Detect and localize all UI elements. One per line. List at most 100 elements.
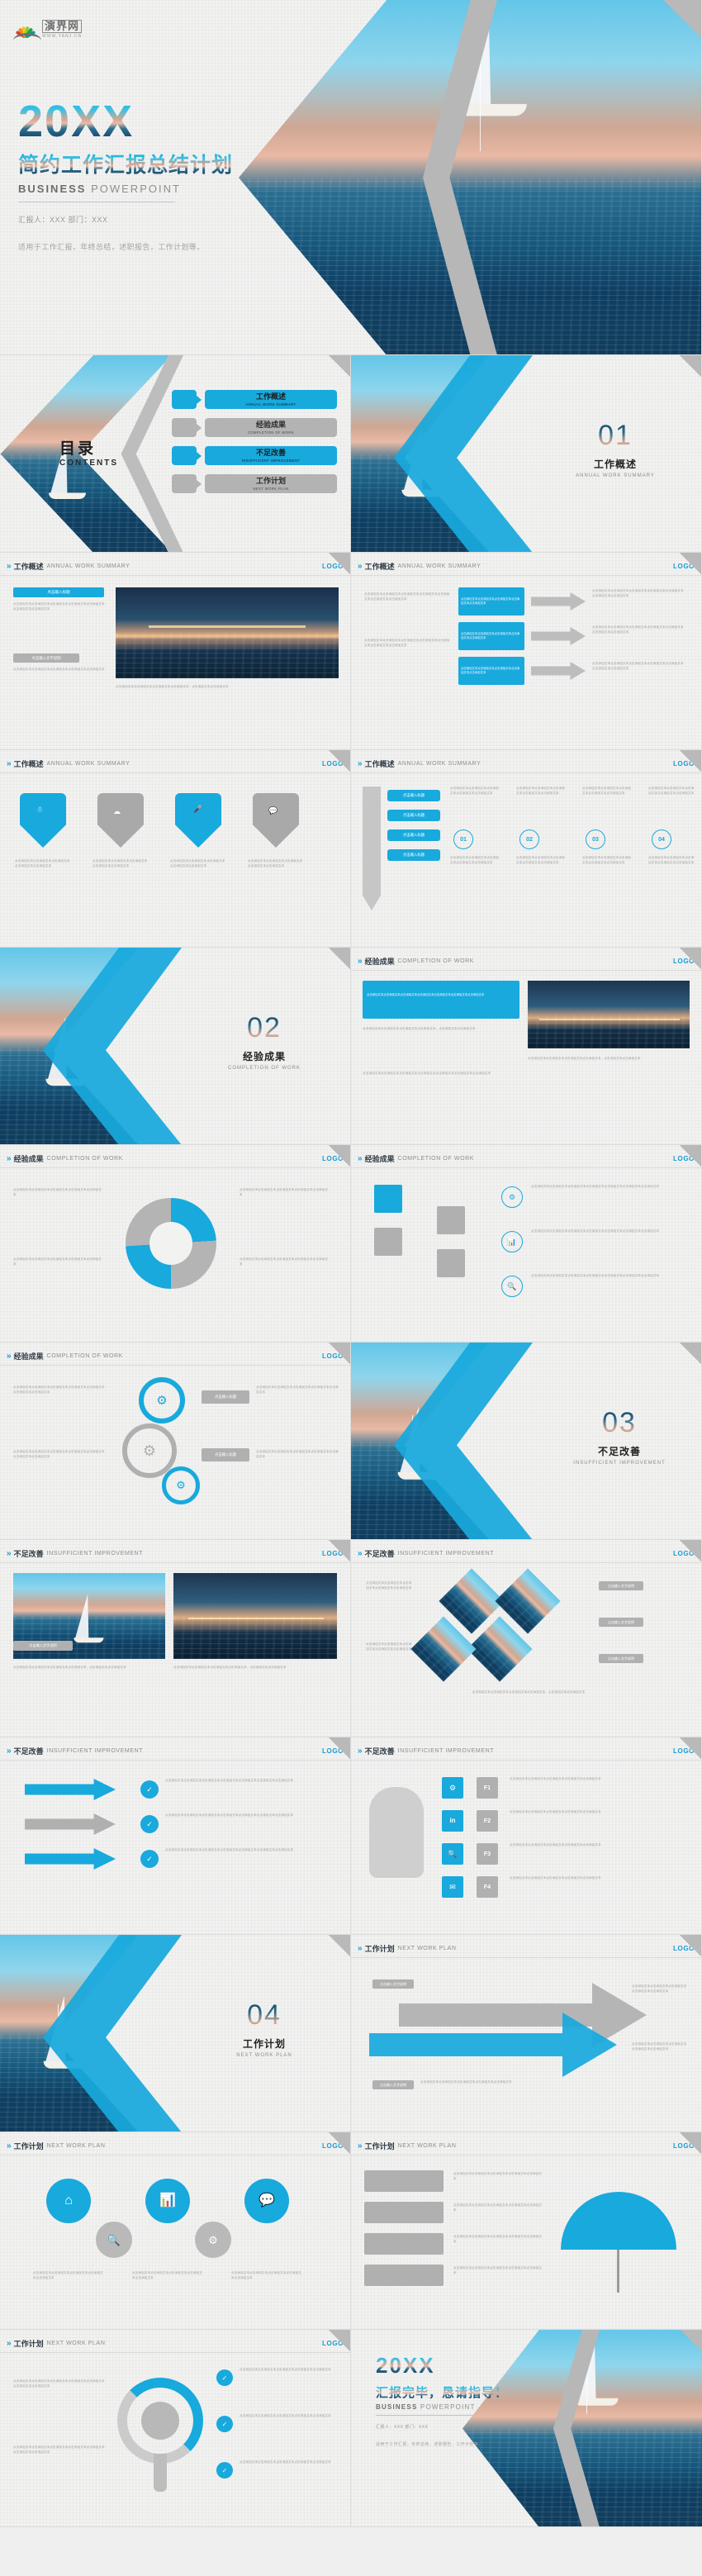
toc-label-en: COMPLETION OF WORK <box>247 430 295 435</box>
slide-header: » 工作概述 ANNUAL WORK SUMMARY LOGO <box>351 757 701 771</box>
plan-chip[interactable] <box>364 2202 443 2223</box>
pill-label[interactable]: 点击输入标题 <box>387 849 440 861</box>
pill-label[interactable]: 点击输入标题 <box>387 810 440 821</box>
list-item[interactable]: 03 不足改善 INSUFFICIENT IMPROVEMENT <box>172 446 337 465</box>
matrix-cell[interactable]: 点击添加文本点击添加文本点击添加文本点击添加文本点击添加文本 <box>458 622 524 650</box>
arrow-label[interactable]: 点击输入文字说明 <box>372 2080 414 2089</box>
cloud-icon: ☁ <box>97 793 144 848</box>
diamond-label[interactable]: 点击输入文字说明 <box>599 1581 643 1590</box>
matrix-cell[interactable]: 点击添加文本点击添加文本点击添加文本点击添加文本点击添加文本 <box>458 587 524 615</box>
header-title-en: INSUFFICIENT IMPROVEMENT <box>397 1551 495 1557</box>
square-badge[interactable] <box>437 1206 465 1234</box>
dial-text: 点击添加文本点击添加文本点击添加文本点击添加文本点击添加文本 <box>240 2460 331 2464</box>
corner-fold <box>329 1737 350 1759</box>
intro-block[interactable]: 点击添加文本点击添加文本点击添加文本点击添加文本点击添加文本点击添加文本点击添加… <box>363 981 519 1019</box>
slide-two-photos: » 不足改善 INSUFFICIENT IMPROVEMENT LOGO 点击输… <box>0 1540 351 1737</box>
title-subtitle: BUSINESS POWERPOINT <box>18 183 233 195</box>
double-chevron-icon: » <box>358 1154 362 1163</box>
donut-hole <box>149 1222 192 1265</box>
header-title-en: ANNUAL WORK SUMMARY <box>397 563 481 569</box>
list-item[interactable]: 04 工作计划 NEXT WORK PLAN <box>172 474 337 493</box>
list-item[interactable]: 01 工作概述 ANNUAL WORK SUMMARY <box>172 390 337 409</box>
header-title-cn: 经验成果 <box>364 1155 395 1163</box>
badge-number: 02 <box>526 836 533 843</box>
slide-dial: » 工作计划 NEXT WORK PLAN LOGO ✓ ✓ ✓ 点击添加文本点… <box>0 2330 351 2527</box>
list-item[interactable]: 02 经验成果 COMPLETION OF WORK <box>172 418 337 437</box>
arrow-right-icon <box>531 627 586 645</box>
block-title-chip[interactable]: 点击输入标题 <box>13 587 104 597</box>
diamond-label[interactable]: 点击输入文字说明 <box>599 1618 643 1627</box>
header-divider <box>351 1760 701 1761</box>
slide-hand-social: » 不足改善 INSUFFICIENT IMPROVEMENT LOGO ⚙ i… <box>351 1737 702 1935</box>
header-divider <box>0 575 350 576</box>
photo-caption[interactable]: 点击输入文字说明 <box>13 1641 73 1651</box>
slide-header: » 经验成果 COMPLETION OF WORK LOGO <box>0 1152 350 1166</box>
left-text: 点击添加文本点击添加文本点击添加文本点击添加文本点击添加文本点击添加文本点击添加… <box>364 639 450 647</box>
header-title-en: INSUFFICIENT IMPROVEMENT <box>397 1748 495 1754</box>
gear-label[interactable]: 点击输入标题 <box>202 1448 249 1461</box>
toc-bar[interactable]: 经验成果 COMPLETION OF WORK <box>205 418 337 437</box>
gear-label[interactable]: 点击输入标题 <box>202 1390 249 1404</box>
section-title-en: COMPLETION OF WORK <box>227 1066 301 1071</box>
pill-label[interactable]: 点击输入标题 <box>387 829 440 841</box>
slide-header: » 不足改善 INSUFFICIENT IMPROVEMENT LOGO <box>0 1744 350 1758</box>
gear-icon: ⚙ <box>501 1186 523 1208</box>
double-chevron-icon: » <box>7 1549 11 1558</box>
square-badge[interactable] <box>374 1185 402 1213</box>
section-title-cn: 工作计划 <box>242 2038 286 2050</box>
slide-experience-photo: » 经验成果 COMPLETION OF WORK LOGO 点击添加文本点击添… <box>351 948 702 1145</box>
corner-fold <box>329 2330 350 2351</box>
slide-header: » 经验成果 COMPLETION OF WORK LOGO <box>0 1349 350 1363</box>
slide-header: » 不足改善 INSUFFICIENT IMPROVEMENT LOGO <box>0 1547 350 1561</box>
header-title-cn: 工作计划 <box>364 1945 395 1953</box>
diamond-label[interactable]: 点击输入文字说明 <box>599 1654 643 1663</box>
header-divider <box>0 1562 350 1563</box>
block-title-chip-2[interactable]: 点击输入文字说明 <box>13 654 79 663</box>
header-title-en: ANNUAL WORK SUMMARY <box>46 761 130 767</box>
slide-section-04: 04 工作计划 NEXT WORK PLAN <box>0 1935 351 2132</box>
header-title-cn: 工作概述 <box>364 563 395 571</box>
side-text: 点击添加文本点击添加文本点击添加文本点击添加文本点击添加文本 <box>366 1581 412 1590</box>
header-divider <box>351 1562 701 1563</box>
arrow-label[interactable]: 点击输入文字说明 <box>372 1980 414 1989</box>
plan-text: 点击添加文本点击添加文本点击添加文本点击添加文本点击添加文本 <box>453 2235 543 2243</box>
row-text: 点击添加文本点击添加文本点击添加文本点击添加文本点击添加文本点击添加文本点击添加… <box>531 1274 660 1277</box>
cycle-text: 点击添加文本点击添加文本点击添加文本点击添加文本点击添加文本 <box>13 1257 102 1266</box>
dial-stem <box>154 2454 167 2492</box>
plan-text: 点击添加文本点击添加文本点击添加文本点击添加文本点击添加文本 <box>453 2172 543 2180</box>
chat-bubble-icon: 💬 <box>253 793 299 848</box>
toc-bar[interactable]: 不足改善 INSUFFICIENT IMPROVEMENT <box>205 446 337 465</box>
night-city-photo <box>116 587 339 678</box>
section-title-cn: 经验成果 <box>242 1051 286 1062</box>
double-chevron-icon: » <box>7 1352 11 1361</box>
plan-chip[interactable] <box>364 2170 443 2192</box>
arrow-text: 点击添加文本点击添加文本点击添加文本点击添加文本点击添加文本 <box>632 1984 687 1993</box>
matrix-cell[interactable]: 点击添加文本点击添加文本点击添加文本点击添加文本点击添加文本 <box>458 657 524 685</box>
umbrella-icon <box>561 2192 676 2250</box>
toc-bar[interactable]: 工作计划 NEXT WORK PLAN <box>205 474 337 493</box>
toc-bar[interactable]: 工作概述 ANNUAL WORK SUMMARY <box>205 390 337 409</box>
number-badge: 01 <box>453 829 473 849</box>
end-year: 20XX <box>376 2355 508 2376</box>
corner-fold <box>680 750 701 772</box>
circle-text: 点击添加文本点击添加文本点击添加文本点击添加文本点击添加文本 <box>450 787 500 795</box>
dial-center <box>141 2402 179 2440</box>
cell-text: 点击添加文本点击添加文本点击添加文本点击添加文本点击添加文本 <box>461 666 520 674</box>
arrow-text: 点击添加文本点击添加文本点击添加文本点击添加文本点击添加文本 <box>420 2080 512 2084</box>
arrow-right-icon <box>25 1813 116 1835</box>
arrow-right-icon <box>531 662 586 680</box>
row-text: 点击添加文本点击添加文本点击添加文本点击添加文本点击添加文本点击添加文本点击添加… <box>531 1229 660 1233</box>
toc-label-cn: 不足改善 <box>255 448 286 457</box>
mail-icon: ✉ <box>442 1876 463 1898</box>
pill-label[interactable]: 点击输入标题 <box>387 790 440 801</box>
corner-fold <box>329 750 350 772</box>
square-badge[interactable] <box>437 1249 465 1277</box>
dial-text: 点击添加文本点击添加文本点击添加文本点击添加文本点击添加文本 <box>240 2368 331 2371</box>
plan-chip[interactable] <box>364 2265 443 2286</box>
double-chevron-icon: » <box>358 759 362 768</box>
square-badge[interactable] <box>374 1228 402 1256</box>
circle-text: 点击添加文本点击添加文本点击添加文本点击添加文本点击添加文本 <box>516 787 566 795</box>
slide-diamond-photos: » 不足改善 INSUFFICIENT IMPROVEMENT LOGO 点击输… <box>351 1540 702 1737</box>
plan-chip[interactable] <box>364 2233 443 2255</box>
icon-text: 点击添加文本点击添加文本点击添加文本点击添加文本点击添加文本 <box>33 2271 103 2279</box>
